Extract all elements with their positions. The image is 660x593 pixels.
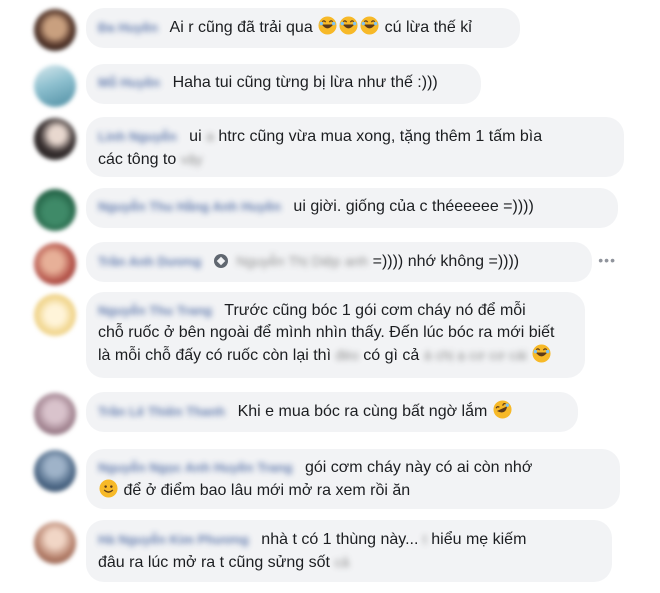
comment-bubble: Nguyễn Thu Hằng Anh Huyền ui giời. giống…	[86, 188, 618, 228]
tagged-name[interactable]: Nguyễn Thị Diệp	[236, 250, 340, 272]
comment-bubble: Nguyễn Ngọc Anh Huyền Trang gói cơm cháy…	[86, 449, 620, 509]
redacted-text: á chị ạ cơ cơ cái	[423, 347, 527, 363]
comment-text: =)))) nhớ không =))))	[372, 253, 520, 270]
commenter-name[interactable]: Nguyễn Thu Hằng Anh Huyền	[98, 196, 281, 218]
comment-row: Mỗ Huyền Haha tui cũng từng bị lừa như t…	[0, 62, 660, 110]
more-options-icon[interactable]: •••	[598, 252, 616, 268]
comment-text: chỗ ruốc ở bên ngoài để mình nhìn thấy. …	[98, 324, 555, 341]
comment-text: cú lừa thế kỉ	[384, 19, 472, 36]
comment-row: Nguyễn Ngọc Anh Huyền Trang gói cơm cháy…	[0, 444, 660, 514]
avatar[interactable]	[34, 522, 76, 564]
smiling-emoji-icon	[99, 479, 118, 498]
laughing-emoji-icon	[339, 16, 358, 35]
avatar[interactable]	[34, 9, 76, 51]
avatar[interactable]	[34, 118, 76, 160]
avatar[interactable]	[34, 65, 76, 107]
commenter-name[interactable]: Trần Anh Dương	[98, 251, 201, 273]
commenter-name[interactable]: Nguyễn Thu Trang	[98, 300, 212, 322]
avatar[interactable]	[34, 243, 76, 285]
comment-row: Nguyễn Thu Hằng Anh Huyền ui giời. giống…	[0, 186, 660, 234]
comment-text: Khi e mua bóc ra cùng bất ngờ lắm	[237, 403, 488, 420]
laughing-emoji-icon	[318, 16, 337, 35]
avatar[interactable]	[34, 294, 76, 336]
comment-text: gói cơm cháy này có ai còn nhớ	[304, 459, 533, 476]
comment-row: Trần Lê Thiên Thanh Khi e mua bóc ra cùn…	[0, 390, 660, 438]
redacted-text: t	[422, 531, 427, 547]
avatar[interactable]	[34, 393, 76, 435]
comment-row: Hà Nguyễn Kim Phương nhà t có 1 thùng nà…	[0, 516, 660, 590]
comment-bubble: Trần Anh Dương Nguyễn Thị Diệp anh =))))…	[86, 242, 592, 282]
comment-bubble: Linh Nguyễn ui a htrc cũng vừa mua xong,…	[86, 117, 624, 177]
comment-text: Ai r cũng đã trải qua	[169, 19, 318, 36]
commenter-name[interactable]: Hà Nguyễn Kim Phương	[98, 529, 249, 551]
comment-bubble: Hà Nguyễn Kim Phương nhà t có 1 thùng nà…	[86, 520, 612, 582]
comment-text: ui	[189, 128, 202, 145]
commenter-name[interactable]: Mỗ Huyền	[98, 72, 160, 94]
commenter-name[interactable]: Đa Huyền	[98, 17, 158, 39]
comment-text: ui giời. giống của c théeeeee =))))	[293, 198, 534, 215]
comment-text: để ở điểm bao lâu mới mở ra xem rồi ăn	[123, 482, 411, 499]
redacted-text: đéo	[335, 347, 359, 363]
comment-row: Nguyễn Thu Trang Trước cũng bóc 1 gói cơ…	[0, 292, 660, 382]
comment-text: hiểu mẹ kiếm	[431, 531, 527, 548]
comment-text: có gì cả	[363, 347, 420, 364]
avatar[interactable]	[34, 189, 76, 231]
comment-text: đâu ra lúc mở ra t cũng sửng sốt	[98, 554, 330, 571]
redacted-text: vậy	[180, 151, 203, 167]
commenter-name[interactable]: Nguyễn Ngọc Anh Huyền Trang	[98, 457, 293, 479]
comment-row: Linh Nguyễn ui a htrc cũng vừa mua xong,…	[0, 112, 660, 182]
commenter-name[interactable]: Trần Lê Thiên Thanh	[98, 401, 225, 423]
laughing-emoji-icon	[532, 344, 551, 363]
comment-bubble: Đa Huyền Ai r cũng đã trải qua cú lừa th…	[86, 8, 520, 48]
comment-text: Trước cũng bóc 1 gói cơm cháy nó để mỗi	[224, 302, 526, 319]
laughing-emoji-icon	[360, 16, 379, 35]
comment-text: là mỗi chỗ đấy có ruốc còn lại thì	[98, 347, 332, 364]
comment-bubble: Nguyễn Thu Trang Trước cũng bóc 1 gói cơ…	[86, 292, 585, 378]
comment-bubble: Trần Lê Thiên Thanh Khi e mua bóc ra cùn…	[86, 392, 578, 432]
comment-text: Haha tui cũng từng bị lừa như thế :)))	[172, 74, 438, 91]
redacted-text: cả	[334, 554, 350, 570]
redacted-text: a	[206, 128, 214, 144]
comment-text: các tông to	[98, 151, 177, 168]
comment-row: Đa Huyền Ai r cũng đã trải qua cú lừa th…	[0, 6, 660, 54]
comment-text: nhà t có 1 thùng này...	[261, 531, 419, 548]
comment-bubble: Mỗ Huyền Haha tui cũng từng bị lừa như t…	[86, 64, 481, 104]
tag-icon	[213, 254, 228, 268]
rolling-laughing-emoji-icon	[493, 400, 512, 419]
comment-row: Trần Anh Dương Nguyễn Thị Diệp anh =))))…	[0, 240, 660, 288]
redacted-text: anh	[344, 253, 369, 269]
comment-text: htrc cũng vừa mua xong, tặng thêm 1 tấm …	[218, 128, 543, 145]
avatar[interactable]	[34, 450, 76, 492]
commenter-name[interactable]: Linh Nguyễn	[98, 126, 177, 148]
